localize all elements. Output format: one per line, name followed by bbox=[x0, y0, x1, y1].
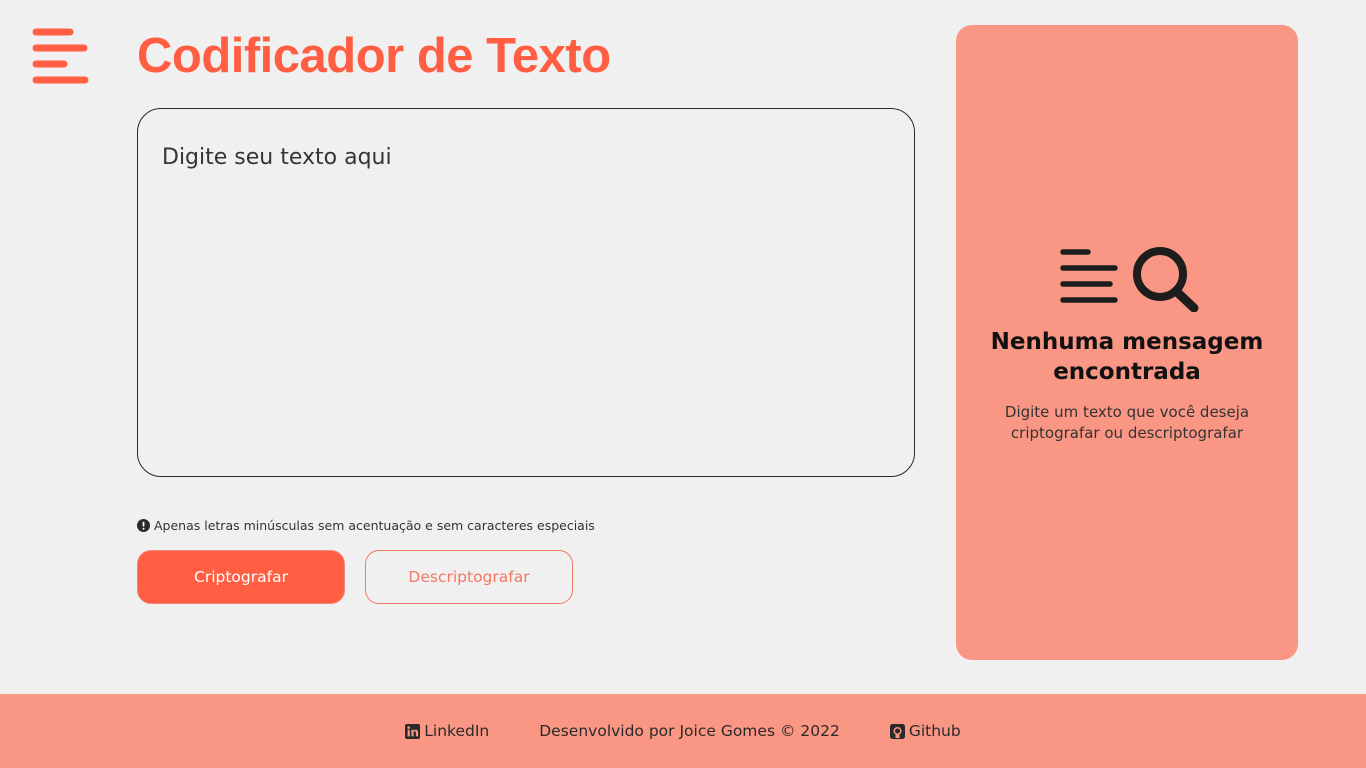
linkedin-link[interactable]: LinkedIn bbox=[405, 722, 489, 740]
hamburger-menu-icon[interactable] bbox=[32, 28, 89, 86]
linkedin-label: LinkedIn bbox=[424, 722, 490, 740]
page-title: Codificador de Texto bbox=[137, 29, 611, 83]
text-input[interactable] bbox=[137, 108, 915, 477]
result-panel: Nenhuma mensagem encontrada Digite um te… bbox=[956, 25, 1298, 660]
decrypt-button[interactable]: Descriptografar bbox=[365, 550, 573, 604]
linkedin-icon bbox=[405, 723, 421, 739]
github-icon bbox=[889, 723, 905, 739]
footer-credit: Desenvolvido por Joice Gomes © 2022 bbox=[539, 722, 840, 740]
github-link[interactable]: Github bbox=[889, 722, 961, 740]
hint-text: Apenas letras minúsculas sem acentuação … bbox=[154, 518, 595, 533]
text-search-icon bbox=[1060, 244, 1200, 313]
encrypt-button[interactable]: Criptografar bbox=[137, 550, 345, 604]
input-hint: Apenas letras minúsculas sem acentuação … bbox=[137, 518, 595, 533]
empty-state-title: Nenhuma mensagem encontrada bbox=[990, 329, 1264, 385]
footer: LinkedIn Desenvolvido por Joice Gomes © … bbox=[0, 694, 1366, 768]
github-label: Github bbox=[908, 722, 961, 740]
empty-state-description: Digite um texto que você deseja criptogr… bbox=[1004, 403, 1250, 442]
exclamation-circle-icon bbox=[137, 519, 150, 532]
